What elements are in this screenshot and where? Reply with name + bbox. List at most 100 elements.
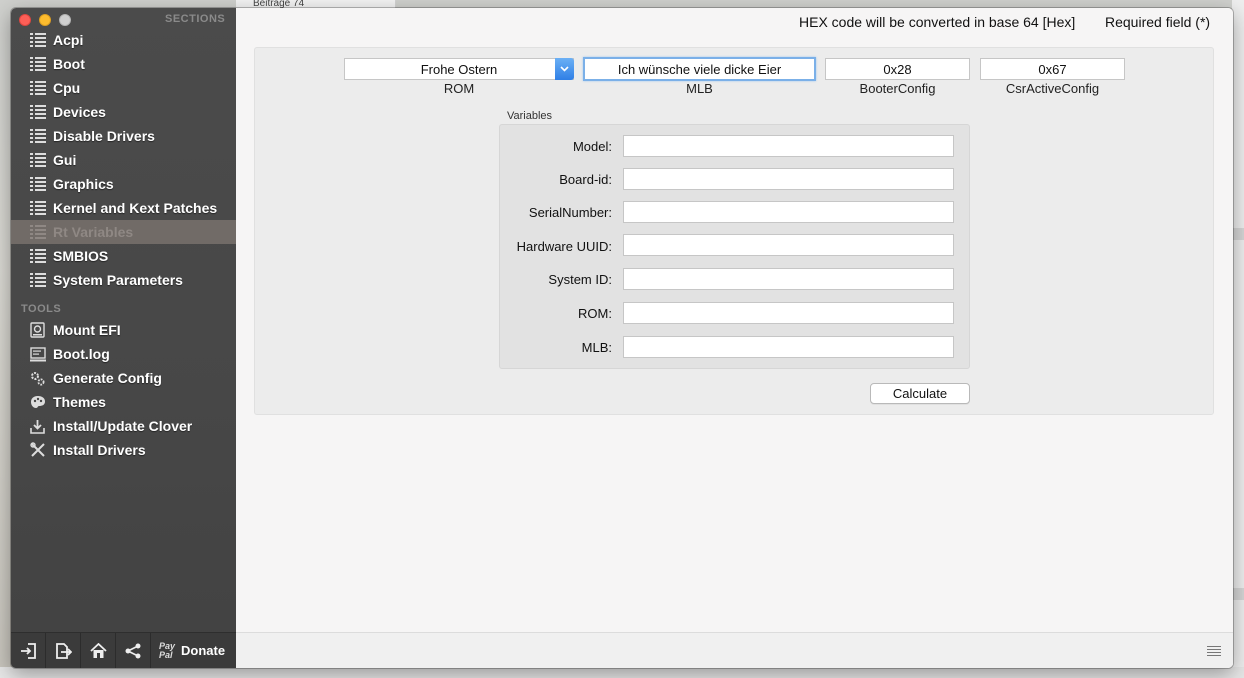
hardware-uuid-input[interactable] <box>623 234 954 256</box>
variables-group-title: Variables <box>507 110 553 122</box>
sidebar-item-label: SMBIOS <box>53 248 109 264</box>
sidebar-item-generate-config[interactable]: Generate Config <box>11 366 236 390</box>
model-input[interactable] <box>623 135 954 157</box>
model-label: Model: <box>572 139 612 154</box>
mlb-field[interactable]: Ich wünsche viele dicke Eier <box>583 57 816 81</box>
list-icon <box>29 152 46 168</box>
import-icon <box>20 642 36 659</box>
sidebar-item-smbios[interactable]: SMBIOS <box>11 244 236 268</box>
donate-label: Donate <box>181 643 226 658</box>
sidebar-item-label: Themes <box>53 394 106 410</box>
disk-icon <box>29 322 46 338</box>
zoom-window-button[interactable] <box>59 14 71 26</box>
mlb-field-value: Ich wünsche viele dicke Eier <box>617 61 782 77</box>
sidebar-footer: Pay Pal Donate <box>11 632 236 668</box>
share-icon <box>125 643 140 658</box>
system-id-input[interactable] <box>623 268 954 290</box>
booter-config-field[interactable]: 0x28 <box>825 58 970 80</box>
sidebar-item-acpi[interactable]: Acpi <box>11 28 236 52</box>
sidebar-item-label: Cpu <box>53 80 81 96</box>
hex-note: HEX code will be converted in base 64 [H… <box>799 14 1076 30</box>
csr-active-config-caption: CsrActiveConfig <box>1005 81 1100 96</box>
list-icon <box>29 248 46 264</box>
export-icon <box>55 642 72 659</box>
close-window-button[interactable] <box>19 14 31 26</box>
list-icon <box>29 80 46 96</box>
sidebar-item-label: Disable Drivers <box>53 128 155 144</box>
sidebar-item-graphics[interactable]: Graphics <box>11 172 236 196</box>
sidebar-item-label: Devices <box>53 104 106 120</box>
list-icon <box>29 272 46 288</box>
sidebar-item-cpu[interactable]: Cpu <box>11 76 236 100</box>
serial-number-input[interactable] <box>623 201 954 223</box>
sidebar-item-boot-log[interactable]: Boot.log <box>11 342 236 366</box>
tools-list: Mount EFI Boot.log Generate Config Theme… <box>11 318 236 462</box>
sidebar-item-label: Generate Config <box>53 370 162 386</box>
home-button[interactable] <box>81 632 116 668</box>
board-id-input[interactable] <box>623 168 954 190</box>
sidebar-item-disable-drivers[interactable]: Disable Drivers <box>11 124 236 148</box>
gear-icon <box>29 370 46 386</box>
csr-active-config-value: 0x67 <box>1038 61 1067 77</box>
mlb-label: MLB: <box>581 340 612 355</box>
sidebar-item-label: Acpi <box>53 32 84 48</box>
variables-group: Model: Board-id: SerialNumber: Hardware … <box>499 124 970 369</box>
log-icon <box>29 346 46 362</box>
share-button[interactable] <box>116 632 151 668</box>
hardware-uuid-label: Hardware UUID: <box>516 239 612 254</box>
sidebar-item-label: Rt Variables <box>53 224 134 240</box>
serial-number-label: SerialNumber: <box>528 205 612 220</box>
calculate-button[interactable]: Calculate <box>870 383 970 404</box>
list-icon <box>29 56 46 72</box>
list-icon <box>29 224 46 240</box>
sidebar-item-install-drivers[interactable]: Install Drivers <box>11 438 236 462</box>
chevron-down-icon <box>555 58 574 80</box>
booter-config-value: 0x28 <box>883 61 912 77</box>
rom-caption: ROM <box>443 81 475 96</box>
list-icon <box>29 104 46 120</box>
sidebar-item-mount-efi[interactable]: Mount EFI <box>11 318 236 342</box>
background-right-edge <box>1232 0 1244 678</box>
sidebar: SECTIONS Acpi Boot Cpu Devices Disable D… <box>11 8 236 668</box>
sidebar-item-label: Install Drivers <box>53 442 146 458</box>
mlb-input[interactable] <box>623 336 954 358</box>
booter-config-caption: BooterConfig <box>859 81 936 96</box>
background-bottom-edge <box>0 667 1244 678</box>
main-content: HEX code will be converted in base 64 [H… <box>236 8 1233 668</box>
sidebar-item-label: Boot <box>53 56 85 72</box>
home-icon <box>89 642 107 658</box>
system-id-label: System ID: <box>548 272 612 287</box>
tools-heading: TOOLS <box>21 303 62 315</box>
menu-icon[interactable] <box>1207 646 1221 656</box>
mlb-caption: MLB <box>686 81 713 96</box>
sidebar-item-themes[interactable]: Themes <box>11 390 236 414</box>
rom-select[interactable]: Frohe Ostern <box>344 58 574 80</box>
import-button[interactable] <box>11 632 46 668</box>
sidebar-item-gui[interactable]: Gui <box>11 148 236 172</box>
sections-heading: SECTIONS <box>165 13 226 25</box>
window-controls <box>19 14 71 26</box>
download-icon <box>29 418 46 434</box>
sidebar-item-rt-variables[interactable]: Rt Variables <box>11 220 236 244</box>
minimize-window-button[interactable] <box>39 14 51 26</box>
list-icon <box>29 200 46 216</box>
sidebar-item-system-parameters[interactable]: System Parameters <box>11 268 236 292</box>
csr-active-config-field[interactable]: 0x67 <box>980 58 1125 80</box>
required-note: Required field (*) <box>1105 14 1211 30</box>
donate-button[interactable]: Pay Pal Donate <box>151 640 226 660</box>
rom-input[interactable] <box>623 302 954 324</box>
export-button[interactable] <box>46 632 81 668</box>
sidebar-item-install-update-clover[interactable]: Install/Update Clover <box>11 414 236 438</box>
rt-variables-panel: Frohe Ostern ROM Ich wünsche viele dicke… <box>254 47 1214 415</box>
sidebar-item-boot[interactable]: Boot <box>11 52 236 76</box>
sidebar-item-label: Install/Update Clover <box>53 418 193 434</box>
sidebar-item-devices[interactable]: Devices <box>11 100 236 124</box>
wrench-icon <box>29 442 46 458</box>
sidebar-item-label: System Parameters <box>53 272 183 288</box>
board-id-label: Board-id: <box>559 172 612 187</box>
paypal-logo: Pay Pal <box>159 640 176 660</box>
sidebar-item-label: Kernel and Kext Patches <box>53 200 218 216</box>
list-icon <box>29 32 46 48</box>
sidebar-item-kernel-and-kext-patches[interactable]: Kernel and Kext Patches <box>11 196 236 220</box>
rom-select-value: Frohe Ostern <box>420 61 498 77</box>
